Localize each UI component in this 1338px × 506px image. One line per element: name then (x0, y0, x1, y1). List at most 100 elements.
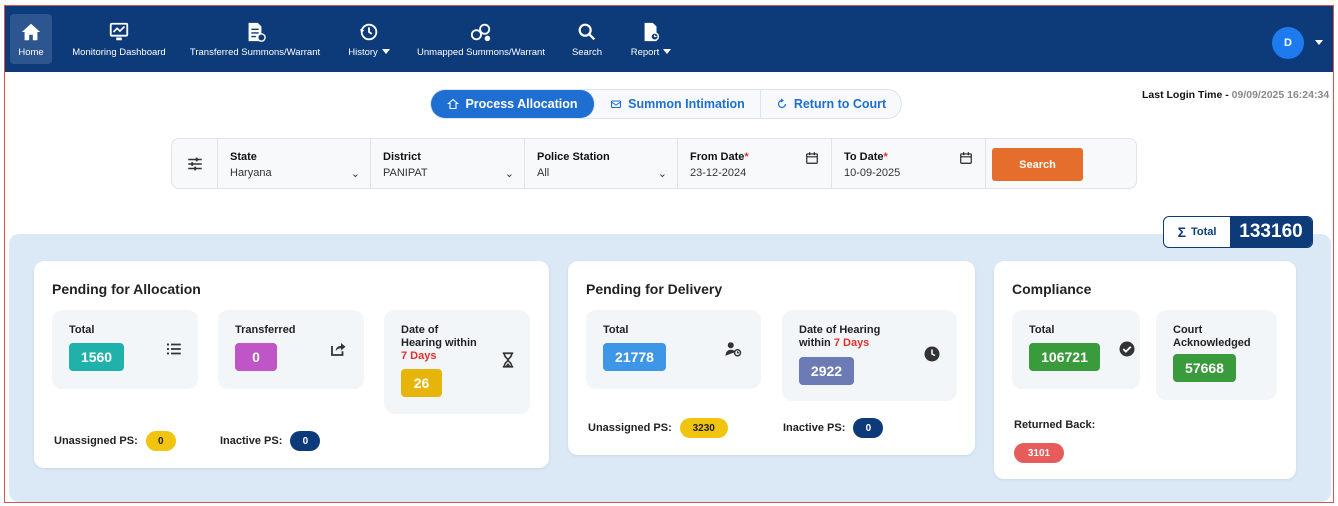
district-select[interactable]: District PANIPAT ⌄ (371, 139, 525, 188)
nav-history[interactable]: History (343, 14, 395, 64)
pd-total-value: 21778 (603, 343, 666, 371)
nav-unmapped-summons-label: Unmapped Summons/Warrant (417, 46, 545, 58)
chevron-down-icon: ⌄ (350, 168, 360, 180)
cp-returned-label: Returned Back: (1014, 419, 1096, 431)
nav-unmapped-summons[interactable]: Unmapped Summons/Warrant (417, 14, 545, 64)
cp-total-value: 106721 (1029, 343, 1100, 371)
top-navbar: Home Monitoring Dashboard Transferred Su… (5, 6, 1333, 72)
nav-home[interactable]: Home (10, 14, 52, 64)
filter-sliders-icon[interactable] (172, 139, 218, 188)
avatar-dropdown-icon[interactable] (1315, 40, 1323, 45)
nav-report[interactable]: Report (627, 14, 675, 64)
from-date-field[interactable]: From Date* 23-12-2024 (678, 139, 832, 188)
pd-total-tile[interactable]: Total 21778 (586, 310, 761, 389)
refresh-icon (777, 98, 786, 109)
pending-allocation-card: Pending for Allocation Total 1560 Transf… (34, 261, 549, 468)
tab-process-allocation-label: Process Allocation (465, 97, 578, 111)
pd-unassigned-label: Unassigned PS: (588, 422, 672, 434)
police-station-select[interactable]: Police Station All ⌄ (525, 139, 678, 188)
to-date-label: To Date* (844, 151, 888, 163)
pa-transferred-value: 0 (235, 343, 277, 371)
document-transfer-icon (248, 22, 266, 42)
last-login-label: Last Login Time - (1142, 89, 1232, 101)
app-frame: Home Monitoring Dashboard Transferred Su… (4, 5, 1334, 503)
pd-hearing-tile[interactable]: Date of Hearing within 7 Days 2922 (782, 310, 957, 401)
tab-process-allocation[interactable]: Process Allocation (431, 90, 595, 118)
nav-report-label: Report (630, 46, 660, 58)
nav-monitoring-dashboard[interactable]: Monitoring Dashboard (71, 14, 167, 64)
list-icon (166, 343, 181, 355)
nav-transferred-summons[interactable]: Transferred Summons/Warrant (189, 14, 321, 64)
to-date-field[interactable]: To Date* 10-09-2025 (832, 139, 986, 188)
pa-inactive-value[interactable]: 0 (290, 431, 321, 451)
nav-transferred-summons-label: Transferred Summons/Warrant (189, 46, 321, 58)
district-label: District (383, 151, 421, 163)
police-station-value: All (537, 167, 550, 179)
grand-total-chip: Σ Total 133160 (1163, 216, 1313, 248)
cp-court-ack-label: Court Acknowledged (1173, 324, 1251, 349)
home-outline-icon (447, 98, 460, 110)
user-avatar[interactable]: D (1272, 27, 1304, 59)
nav-search[interactable]: Search (567, 14, 607, 64)
compliance-card: Compliance Total 106721 Court Acknowledge… (994, 261, 1296, 479)
history-icon (359, 23, 378, 40)
nav-monitoring-dashboard-label: Monitoring Dashboard (72, 46, 166, 58)
pending-allocation-title: Pending for Allocation (52, 281, 201, 297)
pd-hearing-label: Date of Hearing within 7 Days (799, 324, 881, 349)
chevron-down-icon: ⌄ (657, 168, 667, 180)
report-icon (644, 22, 660, 41)
state-value: Haryana (230, 167, 272, 179)
hourglass-icon (502, 352, 514, 368)
avatar-initial: D (1284, 37, 1292, 49)
tab-return-to-court-label: Return to Court (793, 97, 887, 111)
cp-returned-value[interactable]: 3101 (1014, 443, 1064, 463)
cp-total-tile[interactable]: Total 106721 (1012, 310, 1140, 389)
state-select[interactable]: State Haryana ⌄ (218, 139, 371, 188)
pd-total-label: Total (603, 324, 629, 336)
chevron-down-icon: ⌄ (504, 168, 514, 180)
dashboard-monitor-icon (109, 22, 129, 40)
pd-unassigned-row: Unassigned PS: 3230 (588, 418, 728, 438)
cp-total-label: Total (1029, 324, 1055, 336)
nav-history-label: History (348, 46, 378, 58)
pa-unassigned-row: Unassigned PS: 0 (54, 431, 176, 451)
sigma-icon: Σ (1177, 224, 1186, 240)
pending-delivery-title: Pending for Delivery (586, 281, 723, 297)
nav-home-label: Home (18, 46, 44, 58)
cp-court-ack-value: 57668 (1173, 354, 1236, 382)
process-tabs: Process Allocation Summon Intimation Ret… (430, 89, 902, 119)
chevron-down-icon (663, 49, 672, 55)
envelope-icon (611, 100, 622, 109)
state-label: State (230, 151, 257, 163)
search-button[interactable]: Search (992, 148, 1083, 181)
pa-unassigned-label: Unassigned PS: (54, 435, 138, 447)
calendar-icon[interactable] (959, 151, 973, 165)
check-circle-icon (1119, 341, 1135, 357)
pd-inactive-value[interactable]: 0 (853, 418, 884, 438)
filter-bar: State Haryana ⌄ District PANIPAT ⌄ Polic… (171, 138, 1137, 189)
search-icon (578, 23, 596, 40)
tab-return-to-court[interactable]: Return to Court (761, 90, 901, 118)
police-station-label: Police Station (537, 151, 610, 163)
tab-summon-intimation[interactable]: Summon Intimation (595, 90, 761, 118)
pa-unassigned-value[interactable]: 0 (145, 431, 176, 451)
pa-inactive-label: Inactive PS: (220, 435, 283, 447)
clock-icon (924, 346, 940, 362)
pd-inactive-label: Inactive PS: (783, 422, 846, 434)
home-icon (21, 23, 41, 40)
user-delivery-icon (725, 342, 742, 357)
from-date-value: 23-12-2024 (690, 167, 747, 179)
pa-transferred-tile[interactable]: Transferred 0 (218, 310, 364, 389)
pd-inactive-row: Inactive PS: 0 (783, 418, 884, 438)
to-date-value: 10-09-2025 (844, 167, 901, 179)
calendar-icon[interactable] (805, 151, 819, 165)
chevron-down-icon (381, 49, 390, 55)
pa-hearing-tile[interactable]: Date of Hearing within 7 Days 26 (384, 310, 530, 414)
pa-total-tile[interactable]: Total 1560 (52, 310, 198, 389)
pa-total-value: 1560 (69, 343, 124, 371)
pd-unassigned-value[interactable]: 3230 (679, 418, 728, 438)
pa-hearing-label: Date of Hearing within 7 Days (401, 324, 477, 362)
district-value: PANIPAT (383, 167, 428, 179)
cp-court-ack-tile[interactable]: Court Acknowledged 57668 (1156, 310, 1277, 400)
pa-hearing-value: 26 (401, 369, 442, 397)
